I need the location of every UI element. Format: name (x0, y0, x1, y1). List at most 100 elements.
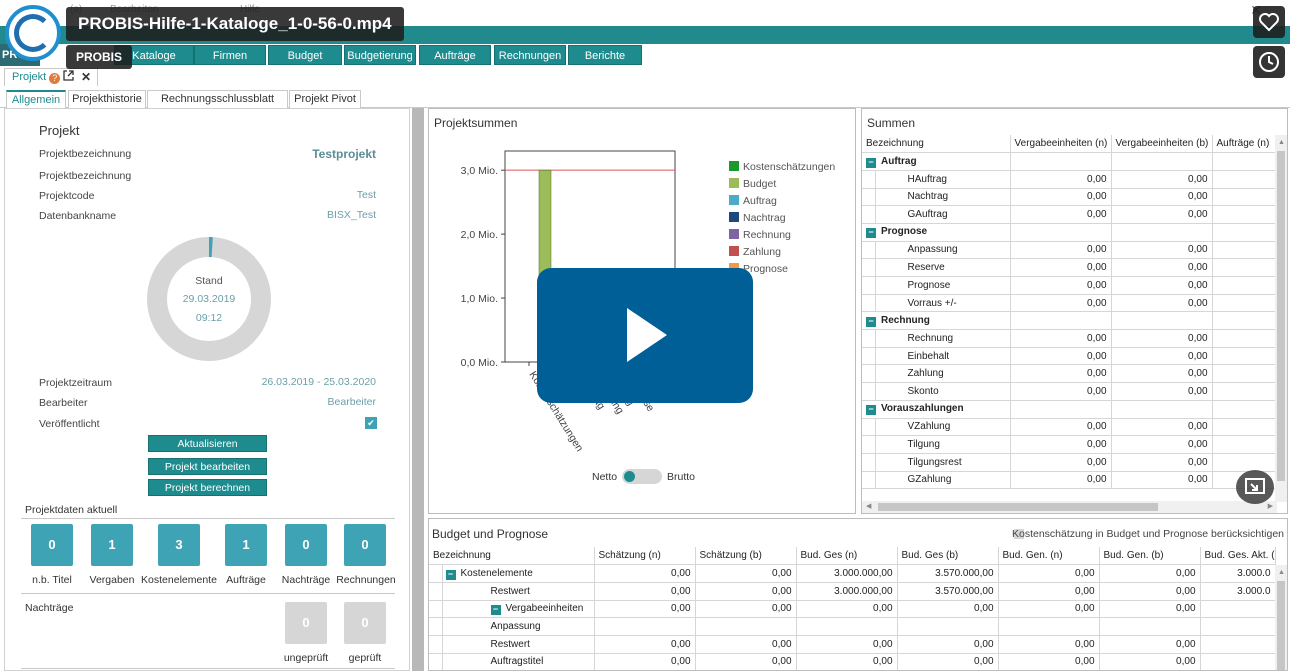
column-header[interactable]: Bud. Ges (n) (796, 547, 898, 566)
document-tab-projekt[interactable]: Projekt? ✕ (4, 68, 98, 86)
scroll-thumb[interactable] (1277, 581, 1285, 670)
database-name-value: BISX_Test (326, 209, 376, 221)
table-row[interactable]: HAuftrag 0,00 0,00 (862, 170, 1276, 189)
like-button[interactable] (1253, 6, 1285, 38)
tab-rsb[interactable]: Rechnungsschlussblatt (RSB) (147, 90, 288, 121)
nav-berichte[interactable]: Berichte (568, 45, 642, 65)
scroll-thumb[interactable] (1277, 151, 1285, 481)
table-row[interactable]: Auftragstitel 0,00 0,00 0,00 0,00 0,00 0,00 (429, 653, 1276, 670)
table-row[interactable]: − Vergabeeinheiten 0,00 0,00 0,00 0,00 0,00 0,0… (429, 600, 1276, 619)
summen-vertical-scrollbar[interactable]: ▲ (1275, 135, 1287, 502)
kpi-nb-titel[interactable]: 0 (31, 524, 73, 566)
table-row[interactable]: Tilgung 0,00 0,00 (862, 435, 1276, 454)
cell-value: 0,00 (1010, 471, 1112, 490)
kpi-vergaben[interactable]: 1 (91, 524, 133, 566)
kpi-nachtraege[interactable]: 0 (285, 524, 327, 566)
table-row[interactable]: Restwert 0,00 0,00 0,00 0,00 0,00 0,00 (429, 635, 1276, 654)
scroll-up-icon[interactable]: ▲ (1278, 139, 1285, 146)
published-checkbox[interactable]: ✔ (365, 417, 377, 429)
video-channel[interactable]: PROBIS (66, 45, 133, 69)
column-header[interactable]: Schätzung (n) (594, 547, 696, 566)
collapse-icon[interactable]: − (866, 405, 876, 416)
kpi-auftraege[interactable]: 1 (225, 524, 267, 566)
calculate-project-button[interactable]: Projekt berechnen (148, 479, 267, 496)
table-row[interactable]: Anpassung (429, 617, 1276, 636)
panel-splitter[interactable] (412, 108, 424, 671)
collapse-icon[interactable]: − (490, 604, 501, 615)
collapse-icon[interactable]: − (866, 157, 876, 168)
watch-later-button[interactable] (1253, 46, 1285, 78)
scroll-thumb[interactable] (878, 503, 1158, 511)
external-link-icon[interactable] (63, 70, 74, 86)
column-header[interactable]: Schätzung (b) (695, 547, 797, 566)
column-header[interactable]: Bezeichnung (862, 135, 1011, 154)
legend-label: Zahlung (743, 246, 781, 258)
table-row[interactable]: VZahlung 0,00 0,00 (862, 418, 1276, 437)
table-row[interactable]: Skonto 0,00 0,00 (862, 382, 1276, 401)
column-header[interactable]: Vergabeeinheiten (n) (1010, 135, 1112, 154)
table-row[interactable]: Restwert 0,00 0,00 3.000.000,00 3.570.000,00… (429, 582, 1276, 601)
table-row[interactable]: Vorraus +/- 0,00 0,00 (862, 294, 1276, 313)
help-icon[interactable]: ? (49, 73, 61, 84)
collapse-icon[interactable]: − (445, 569, 456, 580)
scroll-up-icon[interactable]: ▲ (1278, 569, 1285, 576)
table-row[interactable]: Zahlung 0,00 0,00 (862, 364, 1276, 384)
table-row[interactable]: Einbehalt 0,00 0,00 (862, 347, 1276, 366)
collapse-icon[interactable]: − (866, 316, 876, 327)
update-button[interactable]: Aktualisieren (148, 435, 267, 452)
scroll-left-icon[interactable]: ◀ (866, 502, 871, 510)
kpi-rechnungen[interactable]: 0 (344, 524, 386, 566)
kpi-geprueft[interactable]: 0 (344, 602, 386, 644)
table-row[interactable]: Rechnung 0,00 0,00 (862, 329, 1276, 348)
tab-projekt-pivot[interactable]: Projekt Pivot (289, 90, 361, 108)
close-tab-icon[interactable]: ✕ (81, 69, 91, 85)
kpi-kostenelemente[interactable]: 3 (158, 524, 200, 566)
table-row[interactable]: Prognose 0,00 0,00 (862, 276, 1276, 295)
row-label: Restwert (490, 638, 530, 650)
nav-firmen[interactable]: Firmen (194, 45, 266, 65)
cell-value: 0,00 (796, 653, 898, 670)
cell-value (1200, 635, 1276, 654)
table-row[interactable]: Anpassung 0,00 0,00 (862, 241, 1276, 260)
column-header[interactable]: Bud. Ges. Akt. (r (1200, 547, 1276, 566)
column-header[interactable]: Bezeichnung (429, 547, 595, 566)
cell-value: 0,00 (695, 653, 797, 670)
collapse-icon[interactable]: − (866, 228, 876, 239)
column-header[interactable]: Vergabeeinheiten (b) (1111, 135, 1213, 154)
table-row[interactable]: Reserve 0,00 0,00 (862, 258, 1276, 277)
table-row[interactable]: GZahlung 0,00 0,00 (862, 471, 1276, 490)
budget-vertical-scrollbar[interactable]: ▲ (1275, 565, 1287, 670)
cell-value: 0,00 (695, 564, 797, 583)
edit-project-button[interactable]: Projekt bearbeiten (148, 458, 267, 475)
kpi-ungeprueft[interactable]: 0 (285, 602, 327, 644)
tab-allgemein[interactable]: Allgemein (6, 90, 66, 109)
column-header[interactable]: Aufträge (n) (1212, 135, 1276, 154)
nav-budgetierung[interactable]: Budgetierung (344, 45, 416, 65)
column-header[interactable]: Bud. Gen. (n) (998, 547, 1100, 566)
play-button[interactable] (537, 268, 753, 403)
table-row[interactable]: Nachtrag 0,00 0,00 (862, 188, 1276, 207)
group-row[interactable]: − Vorauszahlungen (862, 400, 1276, 419)
group-row[interactable]: − Auftrag (862, 152, 1276, 171)
table-row[interactable]: GAuftrag 0,00 0,00 (862, 205, 1276, 224)
column-header[interactable]: Bud. Ges (b) (897, 547, 999, 566)
cell-value: 0,00 (897, 635, 999, 654)
nav-budget[interactable]: Budget (268, 45, 342, 65)
group-row[interactable]: − Rechnung (862, 311, 1276, 331)
nav-rechnungen[interactable]: Rechnungen (494, 45, 566, 65)
summen-horizontal-scrollbar[interactable]: ◀ ▶ (862, 501, 1277, 513)
cell-value: 3.000.000,00 (796, 564, 898, 583)
table-row[interactable]: − Kostenelemente 0,00 0,00 3.000.000,00 3.570… (429, 564, 1276, 583)
group-row[interactable]: − Prognose (862, 223, 1276, 242)
video-title[interactable]: PROBIS-Hilfe-1-Kataloge_1-0-56-0.mp4 (66, 7, 404, 41)
pip-button[interactable] (1236, 470, 1274, 504)
channel-logo[interactable] (5, 5, 61, 61)
column-header[interactable]: Bud. Gen. (b) (1099, 547, 1201, 566)
cell-value: 3.570.000,00 (897, 582, 999, 601)
tab-projekthistorie[interactable]: Projekthistorie (68, 90, 146, 108)
play-icon (627, 308, 667, 362)
netto-brutto-toggle[interactable] (622, 469, 662, 484)
nav-auftraege[interactable]: Aufträge (419, 45, 491, 65)
table-row[interactable]: Tilgungsrest 0,00 0,00 (862, 453, 1276, 472)
summen-panel: Summen Bezeichnung Vergabeeinheiten (n) … (861, 108, 1288, 514)
